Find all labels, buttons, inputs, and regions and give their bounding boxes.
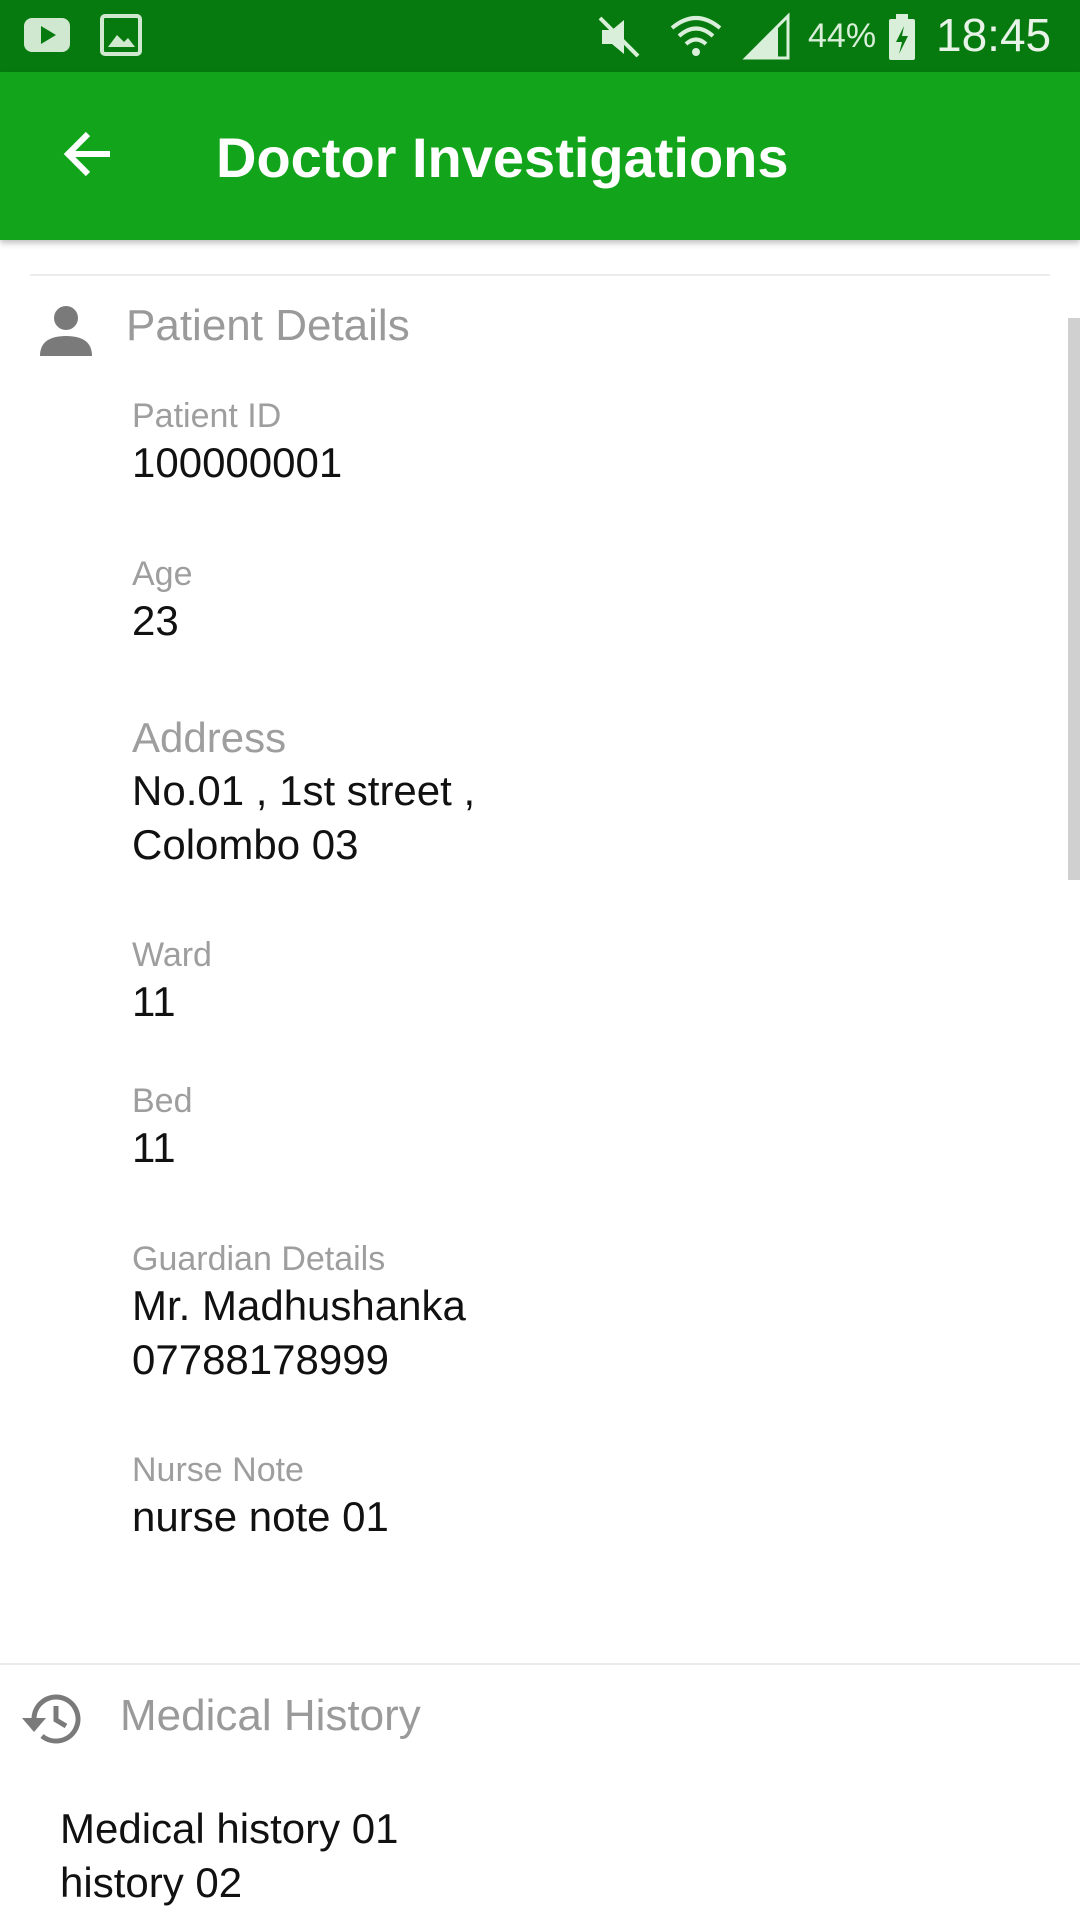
clock: 18:45: [936, 9, 1052, 61]
guardian-label: Guardian Details: [132, 1240, 386, 1278]
youtube-icon: [22, 12, 72, 63]
guardian-value: Mr. Madhushanka 07788178999: [132, 1282, 466, 1383]
patient-id-field: Patient ID 100000001: [132, 396, 1032, 490]
bed-field: Bed 11: [132, 1081, 1032, 1175]
patient-id-value: 100000001: [132, 439, 343, 486]
medical-history-text: Medical history 01 history 02 history 03: [60, 1805, 399, 1920]
status-bar: 44% 18:45: [0, 0, 1080, 72]
guardian-field: Guardian Details Mr. Madhushanka 0778817…: [132, 1239, 1032, 1387]
scrollbar[interactable]: [1068, 318, 1080, 880]
person-icon: [38, 302, 94, 363]
medical-history-title: Medical History: [120, 1691, 421, 1740]
address-label: Address: [132, 714, 287, 761]
ward-label: Ward: [132, 936, 212, 974]
patient-details-title: Patient Details: [126, 301, 410, 350]
mute-icon: [594, 12, 644, 67]
history-icon: [20, 1688, 86, 1755]
address-value: No.01 , 1st street , Colombo 03: [132, 767, 476, 868]
gallery-icon: [98, 12, 144, 63]
bed-label: Bed: [132, 1082, 193, 1120]
arrow-back-icon: [60, 126, 116, 187]
age-field: Age 23: [132, 554, 1032, 648]
patient-id-label: Patient ID: [132, 397, 282, 435]
ward-field: Ward 11: [132, 935, 1032, 1029]
back-button[interactable]: [44, 112, 132, 200]
battery-percent: 44%: [808, 17, 877, 55]
age-value: 23: [132, 597, 179, 644]
ward-value: 11: [132, 978, 176, 1025]
nurse-note-value: nurse note 01: [132, 1493, 389, 1540]
bed-value: 11: [132, 1124, 176, 1171]
signal-icon: [742, 12, 792, 67]
divider: [30, 274, 1050, 276]
wifi-icon: [668, 12, 724, 67]
address-field: Address No.01 , 1st street , Colombo 03: [132, 712, 1032, 872]
age-label: Age: [132, 555, 193, 593]
app-bar: Doctor Investigations: [0, 72, 1080, 240]
nurse-note-field: Nurse Note nurse note 01: [132, 1450, 1032, 1544]
divider: [0, 1663, 1080, 1665]
screen: 44% 18:45 Doctor Investigations Patient …: [0, 0, 1080, 1920]
battery-charging-icon: [886, 12, 918, 67]
page-title: Doctor Investigations: [216, 126, 789, 189]
nurse-note-label: Nurse Note: [132, 1451, 304, 1489]
